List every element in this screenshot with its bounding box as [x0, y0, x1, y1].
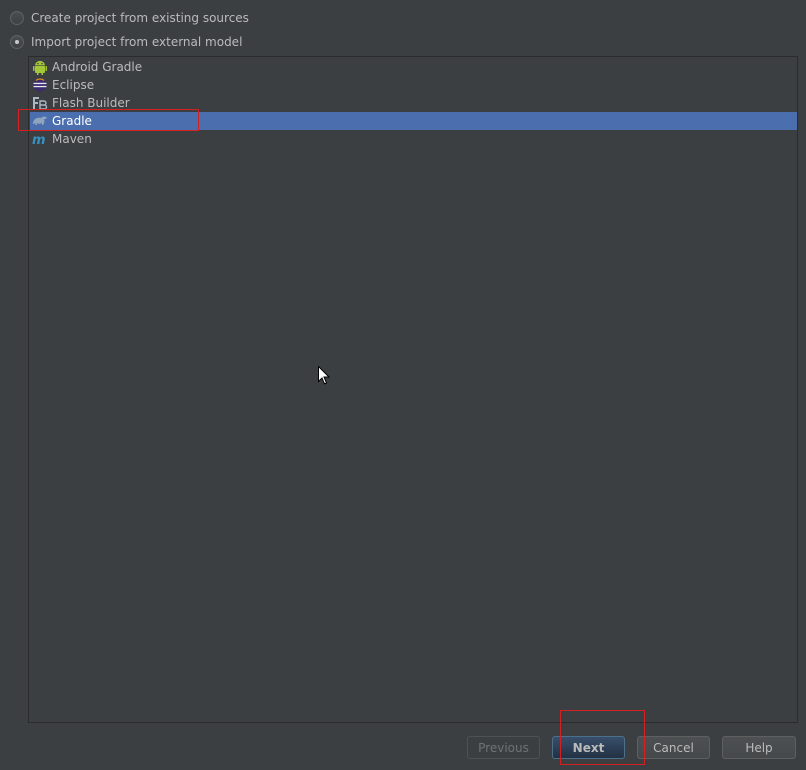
list-item-android-gradle[interactable]: Android Gradle	[30, 58, 797, 76]
import-from-model-label: Import project from external model	[31, 35, 243, 49]
external-model-list[interactable]: Android Gradle Eclipse Flash Builder Gra…	[28, 56, 798, 723]
list-item-label: Eclipse	[52, 78, 95, 92]
previous-button[interactable]: Previous	[467, 736, 540, 759]
list-item-label: Flash Builder	[52, 96, 130, 110]
create-from-sources-radio[interactable]	[10, 11, 24, 25]
create-from-sources-option[interactable]: Create project from existing sources	[10, 9, 249, 27]
svg-text:m: m	[32, 133, 46, 145]
maven-icon: m	[32, 131, 48, 147]
import-from-model-radio[interactable]	[10, 35, 24, 49]
mouse-pointer-icon	[318, 366, 330, 385]
list-item-label: Android Gradle	[52, 60, 143, 74]
android-icon	[32, 59, 48, 75]
list-item-maven[interactable]: m Maven	[30, 130, 797, 148]
gradle-highlight-box	[18, 109, 199, 131]
import-project-dialog: Create project from existing sources Imp…	[0, 0, 806, 770]
help-button[interactable]: Help	[722, 736, 796, 759]
import-from-model-option[interactable]: Import project from external model	[10, 33, 242, 51]
eclipse-icon	[32, 77, 48, 93]
cancel-button[interactable]: Cancel	[637, 736, 710, 759]
create-from-sources-label: Create project from existing sources	[31, 11, 249, 25]
list-item-label: Maven	[52, 132, 92, 146]
next-highlight-box	[560, 710, 645, 765]
list-item-eclipse[interactable]: Eclipse	[30, 76, 797, 94]
